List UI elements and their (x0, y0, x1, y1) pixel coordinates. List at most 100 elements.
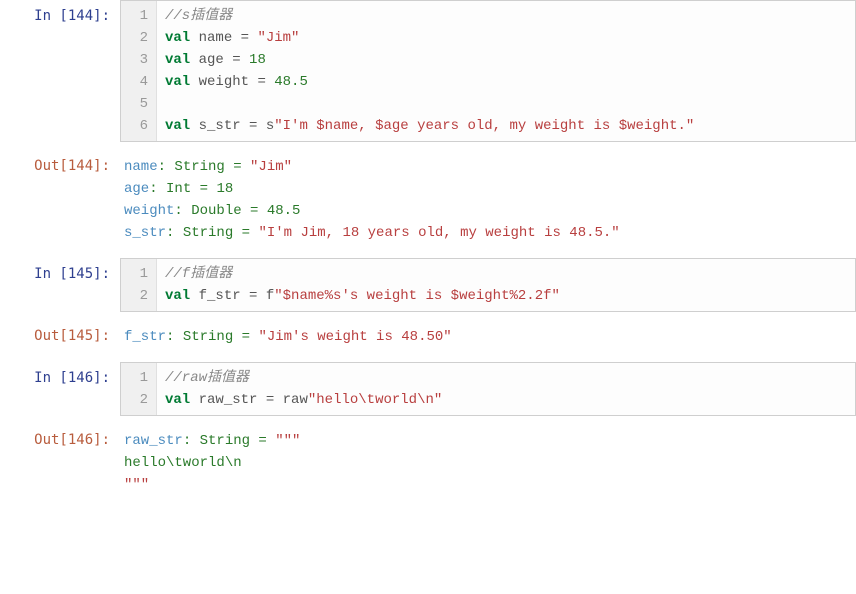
code-lines[interactable]: //s插值器 val name = "Jim" val age = 18 val… (157, 1, 855, 141)
line-number: 1 (127, 5, 148, 27)
code-editor[interactable]: 1 2 //raw插值器 val raw_str = raw"hello\two… (120, 362, 856, 416)
ident-token: f_str (190, 288, 249, 304)
operator-token: = (257, 74, 274, 90)
output-area-146: raw_str: String = """ hello\tworld\n """ (120, 424, 856, 502)
code-line[interactable]: val f_str = f"$name%s's weight is $weigh… (165, 285, 847, 307)
code-line[interactable]: val age = 18 (165, 49, 847, 71)
output-value: hello\tworld\n (124, 455, 242, 471)
output-value: 18 (216, 181, 233, 197)
line-number: 2 (127, 285, 148, 307)
code-line[interactable]: val name = "Jim" (165, 27, 847, 49)
line-number: 1 (127, 367, 148, 389)
output-area-144: name: String = "Jim" age: Int = 18 weigh… (120, 150, 856, 250)
output-line: f_str: String = "Jim's weight is 48.50" (124, 326, 856, 348)
code-area-145[interactable]: 1 2 //f插值器 val f_str = f"$name%s's weigh… (120, 258, 856, 312)
output-line: age: Int = 18 (124, 178, 856, 200)
string-token: "Jim" (257, 30, 299, 46)
code-line[interactable]: val s_str = s"I'm $name, $age years old,… (165, 115, 847, 137)
output-ident: s_str (124, 225, 166, 241)
keyword-token: val (165, 288, 190, 304)
code-area-146[interactable]: 1 2 //raw插值器 val raw_str = raw"hello\two… (120, 362, 856, 416)
code-line[interactable] (165, 93, 847, 115)
output-type: : String = (166, 329, 258, 345)
string-token: "I'm $name, $age years old, my weight is… (274, 118, 694, 134)
comment-token: //f插值器 (165, 266, 232, 282)
output-line: raw_str: String = """ (124, 430, 856, 452)
code-line[interactable]: //f插值器 (165, 263, 847, 285)
ident-token: raw_str (190, 392, 266, 408)
input-cell-144: In [144]: 1 2 3 4 5 6 //s插值器 val name = … (0, 0, 856, 142)
number-token: 18 (249, 52, 266, 68)
code-lines[interactable]: //raw插值器 val raw_str = raw"hello\tworld\… (157, 363, 855, 415)
keyword-token: val (165, 30, 190, 46)
operator-token: = raw (266, 392, 308, 408)
output-line: name: String = "Jim" (124, 156, 856, 178)
operator-token: = (241, 30, 258, 46)
line-number: 3 (127, 49, 148, 71)
output-area-145: f_str: String = "Jim's weight is 48.50" (120, 320, 856, 354)
code-lines[interactable]: //f插值器 val f_str = f"$name%s's weight is… (157, 259, 855, 311)
ident-token: age (190, 52, 232, 68)
output-type: : String = (166, 225, 258, 241)
output-line: hello\tworld\n (124, 452, 856, 474)
prompt-in-146: In [146]: (0, 362, 120, 389)
operator-token: = s (249, 118, 274, 134)
output-cell-145: Out[145]: f_str: String = "Jim's weight … (0, 320, 856, 354)
code-editor[interactable]: 1 2 3 4 5 6 //s插值器 val name = "Jim" val … (120, 0, 856, 142)
line-gutter: 1 2 (121, 363, 157, 415)
keyword-token: val (165, 118, 190, 134)
input-cell-145: In [145]: 1 2 //f插值器 val f_str = f"$name… (0, 258, 856, 312)
output-value: "Jim's weight is 48.50" (258, 329, 451, 345)
output-cell-146: Out[146]: raw_str: String = """ hello\tw… (0, 424, 856, 502)
code-line[interactable]: //raw插值器 (165, 367, 847, 389)
string-token: "hello\tworld\n" (308, 392, 442, 408)
code-line[interactable]: val weight = 48.5 (165, 71, 847, 93)
prompt-in-144: In [144]: (0, 0, 120, 27)
ident-token: s_str (190, 118, 249, 134)
number-token: 48.5 (274, 74, 308, 90)
line-number: 4 (127, 71, 148, 93)
output-type: : String = (183, 433, 275, 449)
output-line: weight: Double = 48.5 (124, 200, 856, 222)
line-number: 5 (127, 93, 148, 115)
output-ident: weight (124, 203, 174, 219)
line-gutter: 1 2 (121, 259, 157, 311)
keyword-token: val (165, 74, 190, 90)
line-number: 6 (127, 115, 148, 137)
output-ident: age (124, 181, 149, 197)
output-type: : Double = (174, 203, 266, 219)
code-line[interactable]: val raw_str = raw"hello\tworld\n" (165, 389, 847, 411)
code-area-144[interactable]: 1 2 3 4 5 6 //s插值器 val name = "Jim" val … (120, 0, 856, 142)
output-value: """ (124, 477, 149, 493)
output-line: s_str: String = "I'm Jim, 18 years old, … (124, 222, 856, 244)
line-gutter: 1 2 3 4 5 6 (121, 1, 157, 141)
comment-token: //raw插值器 (165, 370, 249, 386)
output-type: : Int = (149, 181, 216, 197)
output-ident: raw_str (124, 433, 183, 449)
line-number: 2 (127, 27, 148, 49)
keyword-token: val (165, 392, 190, 408)
output-line: """ (124, 474, 856, 496)
code-editor[interactable]: 1 2 //f插值器 val f_str = f"$name%s's weigh… (120, 258, 856, 312)
input-cell-146: In [146]: 1 2 //raw插值器 val raw_str = raw… (0, 362, 856, 416)
prompt-out-144: Out[144]: (0, 150, 120, 177)
string-token: "$name%s's weight is $weight%2.2f" (274, 288, 560, 304)
prompt-out-145: Out[145]: (0, 320, 120, 347)
output-ident: f_str (124, 329, 166, 345)
output-value: "I'm Jim, 18 years old, my weight is 48.… (258, 225, 619, 241)
comment-token: //s插值器 (165, 8, 232, 24)
keyword-token: val (165, 52, 190, 68)
operator-token: = (232, 52, 249, 68)
line-number: 1 (127, 263, 148, 285)
ident-token: name (190, 30, 240, 46)
code-line[interactable]: //s插值器 (165, 5, 847, 27)
output-value: """ (275, 433, 300, 449)
output-ident: name (124, 159, 158, 175)
output-value: 48.5 (267, 203, 301, 219)
operator-token: = f (249, 288, 274, 304)
ident-token: weight (190, 74, 257, 90)
output-value: "Jim" (250, 159, 292, 175)
output-type: : String = (158, 159, 250, 175)
line-number: 2 (127, 389, 148, 411)
output-cell-144: Out[144]: name: String = "Jim" age: Int … (0, 150, 856, 250)
